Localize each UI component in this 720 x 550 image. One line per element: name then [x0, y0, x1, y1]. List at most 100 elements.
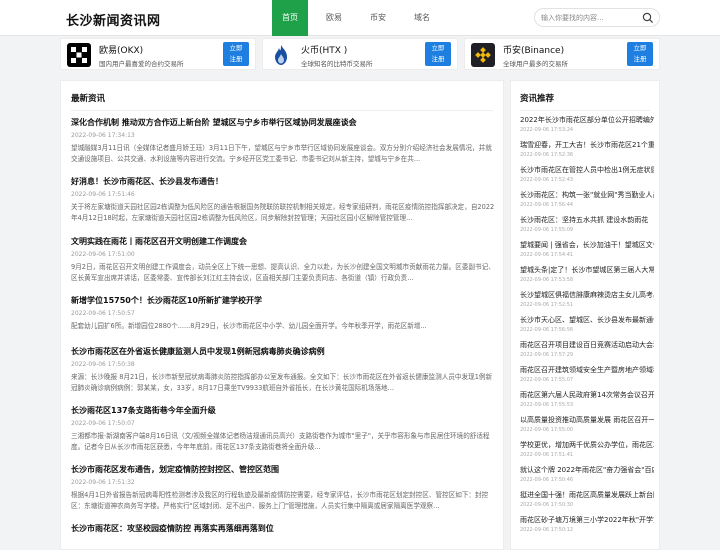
article-title[interactable]: 好消息！长沙市雨花区、长沙县发布通告！: [71, 176, 495, 187]
recommended-title[interactable]: 长沙市天心区、望城区、长沙县发布最新通告！: [520, 315, 654, 325]
section-divider: [71, 110, 493, 111]
recommended-title[interactable]: 学校更优，增加两千优质公办学位，雨花区24所: [520, 440, 654, 450]
register-button-line1: 立即: [431, 44, 445, 52]
article-title[interactable]: 文明实践在雨花丨雨花区召开文明创建工作调度会: [71, 236, 495, 247]
register-button-line2: 注册: [431, 55, 445, 63]
okx-logo-icon: [67, 43, 91, 67]
recommended-date: 2022-09-06 17:55:00: [520, 427, 574, 433]
recommended-item: 望城要闻 | 强省会，长沙加油干！望城区文化 2022-09-06 17:54:…: [520, 240, 654, 258]
nav-item-binance[interactable]: 币安: [360, 0, 396, 36]
recommended-item: 挺进全国十强！雨花区高质量发展跃上新台阶 2022-09-06 17:50:30: [520, 490, 654, 508]
article-item: 深化合作机制 推动双方合作迈上新台阶 望城区与宁乡市举行区域协同发展座谈会 20…: [71, 117, 495, 165]
article-item: 文明实践在雨花丨雨花区召开文明创建工作调度会 2022-09-06 17:51:…: [71, 236, 495, 284]
article-date: 2022-09-06 17:50:07: [71, 420, 135, 427]
exchange-desc: 全球知名的比特币交易所: [301, 60, 373, 68]
recommended-title[interactable]: 长沙雨花区：坚持五水共抓 建设水韵雨花: [520, 215, 654, 225]
recommended-item: 长沙雨花区：坚持五水共抓 建设水韵雨花 2022-09-06 17:55:09: [520, 215, 654, 233]
main-nav: 首页 欧易 币安 域名: [272, 0, 448, 36]
recommended-item: 长沙望城区俱福信腓康麻辣烫店主女儿高考出分 2022-09-06 17:52:5…: [520, 290, 654, 308]
exchange-card-okx[interactable]: 欧易(OKX) 国内用户最喜爱的合约交易所 立即 注册: [60, 38, 256, 70]
exchange-name: 欧易(OKX): [99, 46, 144, 56]
article-title[interactable]: 长沙市雨花区发布通告，划定疫情防控封控区、管控区范围: [71, 464, 495, 475]
recommended-title[interactable]: 雨花区砂子塘万境第三小学2022年秋"开学第一: [520, 515, 654, 525]
recommended-date: 2022-09-06 17:52:51: [520, 302, 574, 308]
recommended-item: 长沙市天心区、望城区、长沙县发布最新通告！ 2022-09-06 17:56:5…: [520, 315, 654, 333]
article-title[interactable]: 长沙市雨花区：攻坚校园疫情防控 再落实再落细再落到位: [71, 523, 495, 534]
article-title[interactable]: 深化合作机制 推动双方合作迈上新台阶 望城区与宁乡市举行区域协同发展座谈会: [71, 117, 495, 128]
register-button-line1: 立即: [633, 44, 647, 52]
article-item: 好消息！长沙市雨花区、长沙县发布通告！ 2022-09-06 17:51:46 …: [71, 176, 495, 224]
site-logo-title[interactable]: 长沙新闻资讯网: [66, 10, 161, 29]
register-button-line2: 注册: [633, 55, 647, 63]
recommended-item: 以高质量投资推动高质量发展 雨花区召开一季度 2022-09-06 17:55:…: [520, 415, 654, 433]
recommended-item: 雨花区砂子塘万境第三小学2022年秋"开学第一 2022-09-06 17:50…: [520, 515, 654, 533]
register-button-line1: 立即: [229, 44, 243, 52]
recommended-date: 2022-09-06 17:57:29: [520, 352, 574, 358]
exchange-desc: 全球用户最多的交易所: [503, 60, 568, 68]
latest-news-panel: 最新资讯 深化合作机制 推动双方合作迈上新台阶 望城区与宁乡市举行区域协同发展座…: [60, 80, 504, 550]
exchange-name: 火币(HTX ): [301, 46, 348, 56]
recommended-title[interactable]: 挺进全国十强！雨花区高质量发展跃上新台阶: [520, 490, 654, 500]
recommended-title[interactable]: 望城要闻 | 强省会，长沙加油干！望城区文化: [520, 240, 654, 250]
recommended-title[interactable]: 就认这个牌 2022年雨花区"奋力强省会"百店: [520, 465, 654, 475]
recommended-title[interactable]: 长沙雨花区：构筑一张"就业网"秀当勤业人员: [520, 190, 654, 200]
nav-item-domain[interactable]: 域名: [404, 0, 440, 36]
recommended-title[interactable]: 2022年长沙市雨花区部分单位公开招聘编外合同制: [520, 115, 654, 125]
section-title: 资讯推荐: [520, 94, 555, 104]
register-button-line2: 注册: [229, 55, 243, 63]
recommended-title[interactable]: 雨花区第六届人民政府第14次常务会议召开: [520, 390, 654, 400]
top-header: 长沙新闻资讯网 首页 欧易 币安 域名: [0, 0, 720, 36]
exchange-card-binance[interactable]: 币安(Binance) 全球用户最多的交易所 立即 注册: [464, 38, 660, 70]
recommended-date: 2022-09-06 17:54:41: [520, 252, 574, 258]
recommended-date: 2022-09-06 17:50:12: [520, 527, 574, 533]
nav-item-okx[interactable]: 欧易: [316, 0, 352, 36]
recommended-title[interactable]: 以高质量投资推动高质量发展 雨花区召开一季度: [520, 415, 654, 425]
article-date: 2022-09-06 17:50:57: [71, 310, 135, 317]
section-divider: [520, 110, 650, 111]
search-box: [534, 8, 660, 27]
recommended-title[interactable]: 望城头条|定了！长沙市望城区第三届人大常委会: [520, 265, 654, 275]
recommended-item: 瑞雪迎春，开工大吉！长沙市雨花区21个重大项目 2022-09-06 17:52…: [520, 140, 654, 158]
recommended-date: 2022-09-06 17:55:07: [520, 377, 574, 383]
register-button-binance[interactable]: 立即 注册: [627, 42, 653, 66]
recommended-item: 望城头条|定了！长沙市望城区第三届人大常委会 2022-09-06 17:53:…: [520, 265, 654, 283]
article-date: 2022-09-06 17:51:32: [71, 479, 135, 486]
exchange-name: 币安(Binance): [503, 46, 565, 56]
recommended-title[interactable]: 雨花区召开建筑领域安全生产暨房地产领域稳定: [520, 365, 654, 375]
article-date: 2022-09-06 17:51:00: [71, 251, 135, 258]
recommended-item: 长沙市雨花区在管控人员中检出1例无症状感染者 2022-09-06 17:52:…: [520, 165, 654, 183]
search-icon[interactable]: [642, 12, 654, 24]
nav-item-home[interactable]: 首页: [272, 0, 308, 36]
recommended-date: 2022-09-06 17:55:09: [520, 227, 574, 233]
recommended-title[interactable]: 长沙市雨花区在管控人员中检出1例无症状感染者: [520, 165, 654, 175]
exchange-card-htx[interactable]: 火币(HTX ) 全球知名的比特币交易所 立即 注册: [262, 38, 458, 70]
article-item: 长沙市雨花区：攻坚校园疫情防控 再落实再落细再落到位: [71, 523, 495, 534]
recommended-item: 雨花区召开建筑领域安全生产暨房地产领域稳定 2022-09-06 17:55:0…: [520, 365, 654, 383]
recommended-title[interactable]: 长沙望城区俱福信腓康麻辣烫店主女儿高考出分: [520, 290, 654, 300]
register-button-htx[interactable]: 立即 注册: [425, 42, 451, 66]
binance-logo-icon: [471, 43, 495, 67]
article-date: 2022-09-06 17:34:13: [71, 132, 135, 139]
recommended-item: 长沙雨花区：构筑一张"就业网"秀当勤业人员 2022-09-06 17:56:4…: [520, 190, 654, 208]
recommended-date: 2022-09-06 17:51:41: [520, 452, 574, 458]
article-summary: 三湘都市报·新湖南客户端8月16日讯（文/视频全媒体记者杨洁规通讯员高兴）支路街…: [71, 432, 490, 451]
article-item: 新增学位15750个！长沙雨花区10所新扩建学校开学 2022-09-06 17…: [71, 295, 495, 343]
search-input[interactable]: [541, 11, 641, 25]
article-item: 长沙雨花区137条支路街巷今年全面升级 2022-09-06 17:50:07 …: [71, 405, 495, 453]
article-date: 2022-09-06 17:51:46: [71, 191, 135, 198]
register-button-okx[interactable]: 立即 注册: [223, 42, 249, 66]
recommended-item: 雨花区召开项目建设百日竞赛活动启动大会动员 2022-09-06 17:57:2…: [520, 340, 654, 358]
article-date: 2022-09-06 17:50:38: [71, 361, 135, 368]
recommended-title[interactable]: 雨花区召开项目建设百日竞赛活动启动大会动员: [520, 340, 654, 350]
article-title[interactable]: 长沙市雨花区在外省返长健康监测人员中发现1例新冠病毒肺炎确诊病例: [71, 346, 495, 357]
recommended-date: 2022-09-06 17:56:44: [520, 202, 574, 208]
recommended-title[interactable]: 瑞雪迎春，开工大吉！长沙市雨花区21个重大项目: [520, 140, 654, 150]
article-summary: 根据4月1日外省报告新冠病毒阳性检测者涉及我区的行程轨迹及最新疫情防控需要，经专…: [71, 491, 489, 510]
article-title[interactable]: 新增学位15750个！长沙雨花区10所新扩建学校开学: [71, 295, 495, 306]
article-item: 长沙市雨花区在外省返长健康监测人员中发现1例新冠病毒肺炎确诊病例 2022-09…: [71, 346, 495, 394]
article-title[interactable]: 长沙雨花区137条支路街巷今年全面升级: [71, 405, 495, 416]
recommended-date: 2022-09-06 17:52:43: [520, 177, 574, 183]
section-title: 最新资讯: [71, 94, 106, 104]
recommended-date: 2022-09-06 17:53:24: [520, 127, 574, 133]
recommended-item: 学校更优，增加两千优质公办学位，雨花区24所 2022-09-06 17:51:…: [520, 440, 654, 458]
